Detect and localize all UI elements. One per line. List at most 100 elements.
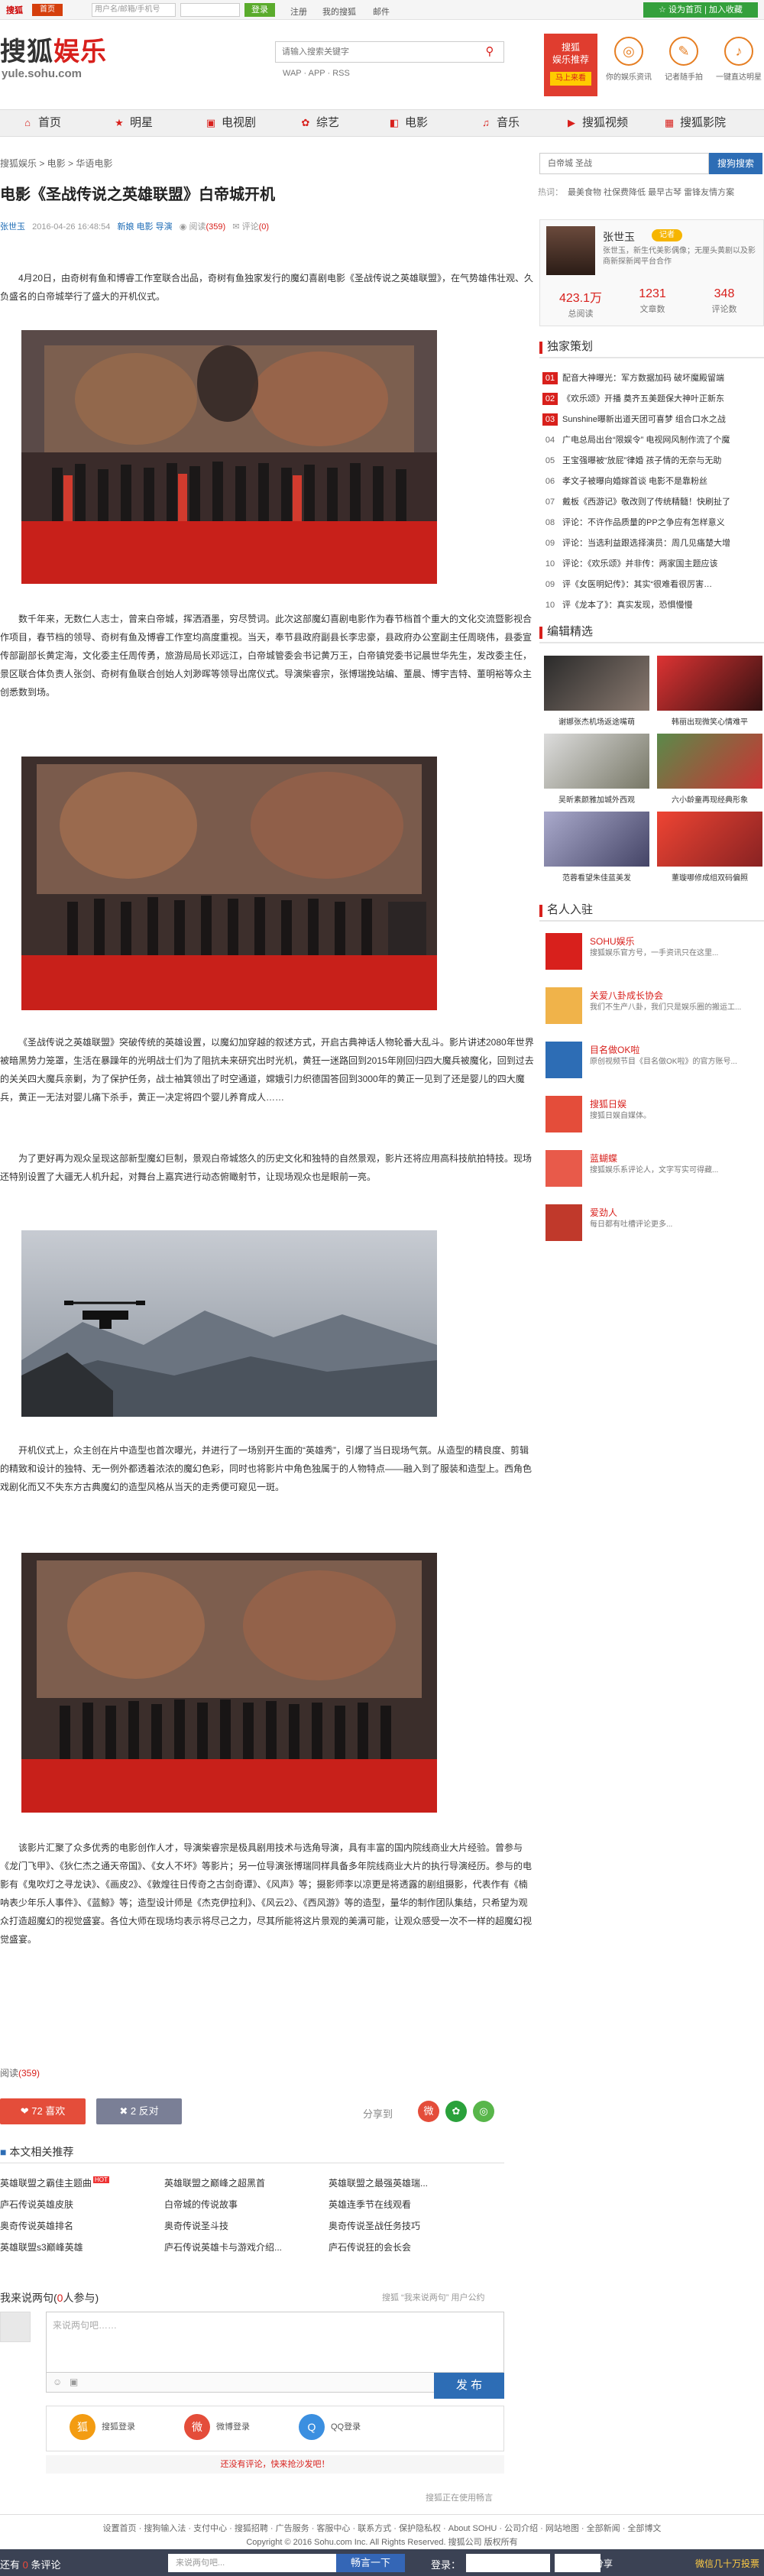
social-login: 狐搜狐登录 微微博登录 Q QQ登录	[46, 2406, 504, 2451]
footer-links[interactable]: 设置首页 · 搜狗输入法 · 支付中心 · 搜狐招聘 · 广告服务 · 客服中心…	[0, 2522, 764, 2534]
nav-label: 搜狐影院	[680, 116, 727, 129]
plan-item[interactable]: 09 评《女医明妃传》：其实“很难看很厉害…	[542, 578, 762, 591]
bottom-password-input[interactable]	[555, 2554, 601, 2572]
homepage-tag[interactable]: 首页	[32, 4, 63, 16]
password-input[interactable]	[180, 3, 240, 17]
celeb-item[interactable]: 蓝蝴蝶 搜狐娱乐系评论人，文字写实可得藏...	[539, 1145, 764, 1191]
related-item[interactable]: 白帝城的传说故事	[164, 2198, 238, 2211]
qq-login[interactable]: Q QQ登录	[299, 2414, 361, 2440]
bottom-comment-count[interactable]: 还有 0 条评论	[0, 2557, 61, 2571]
pick-item[interactable]: 范蓉看望朱佳蓝美发	[544, 812, 649, 883]
set-homepage-button[interactable]: ☆ 设为首页 | 加入收藏	[643, 2, 758, 18]
wechat-moments-share-icon[interactable]: ◎	[473, 2101, 494, 2122]
plan-item[interactable]: 04 广电总局出台“限娱令” 电视网风制作流了个魔	[542, 433, 762, 446]
wechat-share-icon[interactable]: ✿	[445, 2101, 467, 2122]
pick-item[interactable]: 吴昕素颜雅加城外西观	[544, 734, 649, 805]
bottom-share-label[interactable]: 分享	[594, 2557, 613, 2570]
comment-label[interactable]: 评论	[242, 222, 259, 232]
article-tags[interactable]: 新娘 电影 导演	[118, 222, 173, 232]
related-item[interactable]: 庐石传说英雄皮肤	[0, 2198, 73, 2211]
image-icon[interactable]: ▣	[70, 2377, 78, 2387]
plan-text: 评论：当选利益跟选择演员：周几见痛楚大增	[562, 539, 730, 548]
site-logo[interactable]: 搜狐娱乐	[0, 31, 107, 68]
nav-label: 电视剧	[222, 116, 257, 129]
nav-movie[interactable]: ◧ 电影	[388, 110, 428, 136]
comment-textarea[interactable]: 来说两句吧……	[46, 2312, 504, 2373]
stat-value: 423.1万	[558, 292, 603, 305]
publish-button[interactable]: 发 布	[434, 2373, 504, 2399]
promo-block[interactable]: 搜狐 娱乐推荐 马上来看	[544, 34, 597, 96]
weibo-login[interactable]: 微微博登录	[184, 2414, 250, 2440]
dislike-button[interactable]: ✖ 2 反对	[96, 2098, 182, 2124]
plan-item[interactable]: 02 《欢乐颂》开播 奠齐五美题保大神叶正新东	[542, 392, 762, 405]
related-item[interactable]: 奥奇传说圣战任务技巧	[329, 2219, 420, 2232]
pick-item[interactable]: 谢娜张杰机场返途嘴萌	[544, 656, 649, 727]
nav-music[interactable]: ♫ 音乐	[480, 110, 520, 136]
nav-home[interactable]: ⌂ 首页	[21, 110, 61, 136]
like-button[interactable]: ❤ 72 喜欢	[0, 2098, 86, 2124]
breadcrumb[interactable]: 搜狐娱乐 > 电影 > 华语电影	[0, 157, 112, 170]
related-item[interactable]: 英雄联盟之最强英雄瑞...	[329, 2176, 428, 2189]
celeb-item[interactable]: 关爱八卦成长协会 我们不生产八卦，我们只是娱乐圈的搬运工...	[539, 983, 764, 1029]
related-item[interactable]: 庐石传说狂的会长会	[329, 2241, 411, 2254]
sogou-search-input[interactable]: 白帝城 圣战	[539, 153, 709, 174]
related-item[interactable]: 奥奇传说圣斗技	[164, 2219, 228, 2232]
plan-item[interactable]: 06 孝文子被曝向婚嫁首谈 电影不是靠粉丝	[542, 475, 762, 488]
sogou-search-button[interactable]: 搜狗搜索	[709, 153, 762, 174]
plan-item[interactable]: 10 评《龙本了》：真实发现，恐惧慢慢	[542, 598, 762, 611]
celeb-item[interactable]: SOHU娱乐 搜狐娱乐官方号，一手资讯只在这里...	[539, 928, 764, 974]
celeb-item[interactable]: 爱劲人 每日都有吐槽评论更多...	[539, 1200, 764, 1246]
header-icon-2[interactable]: ✎ 记者随手拍	[657, 37, 711, 82]
plan-item[interactable]: 09 评论：当选利益跟选择演员：周几见痛楚大增	[542, 536, 762, 549]
register-link[interactable]: 注册	[290, 5, 307, 18]
related-item[interactable]: 英雄连季节在线观看	[329, 2198, 411, 2211]
pick-item[interactable]: 董璇哪修成组双码偏照	[657, 812, 762, 883]
celeb-item[interactable]: 目名做OK啦 原创视频节目《目名做OK啦》的官方账号...	[539, 1037, 764, 1083]
author-link[interactable]: 张世玉	[0, 222, 25, 232]
bottom-comment-input[interactable]: 来说两句吧...	[168, 2554, 336, 2572]
nav-video[interactable]: ▶ 搜狐视频	[565, 110, 628, 136]
nav-stars[interactable]: ★ 明星	[113, 110, 153, 136]
sohu-login[interactable]: 狐搜狐登录	[70, 2414, 135, 2440]
nav-tv[interactable]: ▣ 电视剧	[205, 110, 256, 136]
sohu-mini-logo[interactable]: 搜狐	[6, 4, 23, 16]
bottom-wechat-link[interactable]: 微信几十万投票	[695, 2557, 759, 2570]
related-item[interactable]: 英雄联盟s3巅峰英雄	[0, 2241, 83, 2254]
article-photo-1	[21, 330, 437, 584]
bottom-submit-button[interactable]: 畅言一下	[336, 2554, 405, 2572]
login-button[interactable]: 登录	[244, 3, 275, 17]
app-links[interactable]: WAP · APP · RSS	[283, 69, 350, 78]
nav-cinema[interactable]: ▦ 搜狐影院	[663, 110, 726, 136]
plan-item[interactable]: 01 配音大神曝光：军方数据加码 破坏魔殿留端	[542, 371, 762, 384]
related-item[interactable]: 奥奇传说英雄排名	[0, 2219, 73, 2232]
promo-button[interactable]: 马上来看	[550, 72, 591, 86]
author-name[interactable]: 张世玉	[603, 229, 635, 245]
header-icon-3[interactable]: ♪ 一键直达明星	[712, 37, 764, 82]
plan-item[interactable]: 03 Sunshine曝新出道天团可喜梦 组合口水之战	[542, 413, 762, 426]
plan-item[interactable]: 05 王宝强曝被“放屁”律婚 孩子情的无奈与无助	[542, 454, 762, 467]
article-meta: 张世玉 2016-04-26 16:48:54 新娘 电影 导演 ◉ 阅读(35…	[0, 220, 269, 232]
emoji-icon[interactable]: ☺	[53, 2377, 62, 2387]
plan-item[interactable]: 08 评论：不许作品质量的PP之争应有怎样意义	[542, 516, 762, 529]
bottom-username-input[interactable]	[466, 2554, 550, 2572]
hot-words-list[interactable]: 最美食物 社保费降低 最早古琴 雷锋友情方案	[568, 188, 734, 197]
pick-item[interactable]: 韩丽出现微笑心情难平	[657, 656, 762, 727]
celeb-item[interactable]: 搜狐日娱 搜狐日娱自媒体。	[539, 1091, 764, 1137]
plan-item[interactable]: 07 戴板《西游记》敬改则了传统精髓！快刷扯了	[542, 495, 762, 508]
author-avatar[interactable]	[546, 226, 595, 275]
header-icon-1[interactable]: ◎ 你的娱乐资讯	[602, 37, 656, 82]
mailbox-link[interactable]: 邮件	[373, 5, 390, 18]
related-item[interactable]: 庐石传说英雄卡与游戏介绍...	[164, 2241, 282, 2254]
comment-rules-link[interactable]: 搜狐 “我来说两句” 用户公约	[382, 2291, 484, 2303]
related-item[interactable]: 英雄联盟之霸佳主题曲 HOT	[0, 2176, 109, 2189]
my-sohu-link[interactable]: 我的搜狐	[322, 5, 356, 18]
nav-variety[interactable]: ✿ 综艺	[299, 110, 339, 136]
site-search-input[interactable]	[276, 42, 474, 62]
plan-item[interactable]: 10 评论：《欢乐颂》并非传：两家国主题应该	[542, 557, 762, 570]
related-item[interactable]: 英雄联盟之巅峰之超黑首	[164, 2176, 265, 2189]
pick-item[interactable]: 六小龄童再现经典形象	[657, 734, 762, 805]
weibo-share-icon[interactable]: 微	[418, 2101, 439, 2122]
username-input[interactable]: 用户名/邮箱/手机号	[92, 3, 176, 17]
changyan-note[interactable]: 搜狐正在使用畅言	[426, 2491, 493, 2503]
search-icon[interactable]: ⚲	[476, 42, 503, 62]
